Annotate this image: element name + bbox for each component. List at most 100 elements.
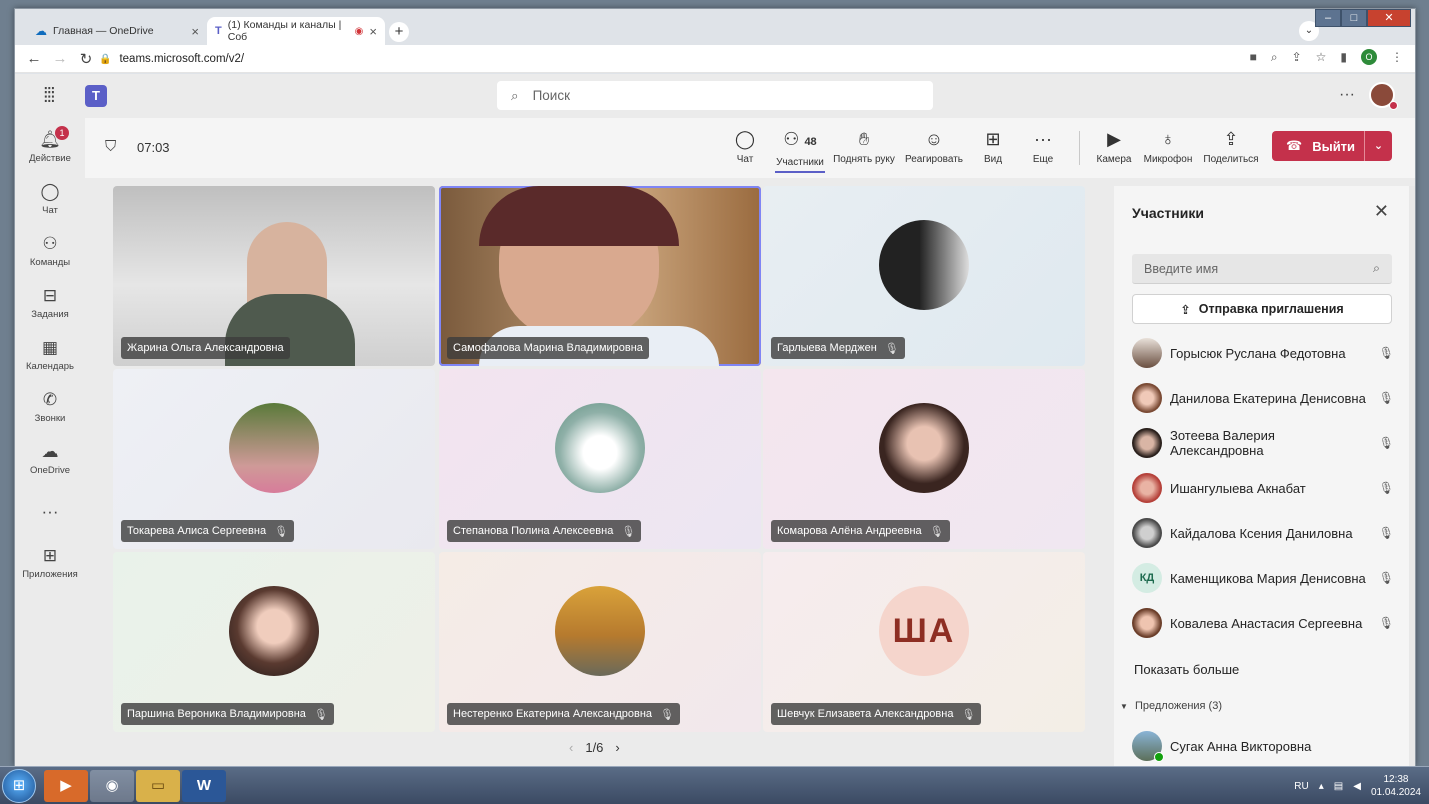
mic-off-icon: 🎙︎ xyxy=(274,525,289,538)
participant-name: Жарина Ольга Александровна xyxy=(127,342,284,354)
camera-button[interactable]: ▶ Камера xyxy=(1095,128,1133,173)
chevron-up-icon[interactable]: ▴ xyxy=(1319,781,1324,792)
volume-icon[interactable]: ◀ xyxy=(1353,781,1361,792)
video-tile[interactable]: ША Шевчук Елизавета Александровна 🎙︎ xyxy=(763,552,1085,732)
rail-item-apps[interactable]: ⊞ Приложения xyxy=(15,546,85,580)
participant-name-label: Токарева Алиса Сергеевна 🎙︎ xyxy=(121,520,295,542)
zoom-icon[interactable]: ⌕ xyxy=(1271,50,1278,65)
address-bar: ← → ↻ 🔒 teams.microsoft.com/v2/ ■ ⌕ ⇪ ☆ … xyxy=(15,45,1415,73)
camera-icon[interactable]: ■ xyxy=(1250,50,1257,64)
back-arrow-icon[interactable]: ← xyxy=(21,50,47,67)
participant-name: Сугак Анна Викторовна xyxy=(1170,738,1312,754)
browser-window: ☁ Главная — OneDrive × T (1) Команды и к… xyxy=(14,8,1416,766)
sidebar-icon[interactable]: ▮ xyxy=(1340,50,1347,64)
rail-label: Календарь xyxy=(26,361,74,372)
video-tile[interactable]: Гарлыева Мерджен 🎙︎ xyxy=(763,186,1085,366)
panel-scrollbar[interactable] xyxy=(1409,186,1415,766)
forward-arrow-icon[interactable]: → xyxy=(47,50,73,67)
chevron-right-icon[interactable]: › xyxy=(615,740,619,755)
media-player-icon[interactable]: ▶ xyxy=(44,770,88,802)
video-tile[interactable]: Жарина Ольга Александровна xyxy=(113,186,435,366)
participant-row[interactable]: КД Каменщикова Мария Денисовна 🎙︎ xyxy=(1132,562,1394,594)
search-input[interactable]: ⌕ Поиск xyxy=(497,81,933,110)
chat-button[interactable]: ◯ Чат xyxy=(731,128,759,173)
video-tile[interactable]: Токарева Алиса Сергеевна 🎙︎ xyxy=(113,369,435,549)
chevron-down-icon[interactable]: ⌄ xyxy=(1364,131,1392,161)
video-tile[interactable]: Нестеренко Екатерина Александровна 🎙︎ xyxy=(439,552,761,732)
chrome-icon[interactable]: ◉ xyxy=(90,770,134,802)
reload-icon[interactable]: ↻ xyxy=(73,50,99,68)
word-icon[interactable]: W xyxy=(182,770,226,802)
participant-name-label: Паршина Вероника Владимировна 🎙︎ xyxy=(121,703,334,725)
video-tile[interactable]: Комарова Алёна Андреевна 🎙︎ xyxy=(763,369,1085,549)
app-launcher-icon[interactable]: ⁞⁞⁞ xyxy=(43,86,56,106)
participant-row[interactable]: Ишангулыева Акнабат 🎙︎ xyxy=(1132,472,1394,504)
panel-title: Участники xyxy=(1132,205,1204,221)
profile-avatar[interactable]: O xyxy=(1361,49,1377,65)
participant-row[interactable]: Горысюк Руслана Федотовна 🎙︎ xyxy=(1132,337,1394,369)
video-tile-speaking[interactable]: Самофалова Марина Владимировна xyxy=(439,186,761,366)
participant-name: Паршина Вероника Владимировна xyxy=(127,708,306,720)
network-icon[interactable]: ▤ xyxy=(1334,781,1343,792)
phone-hangup-icon: ☎ xyxy=(1286,138,1303,153)
video-camera-icon: ▶ xyxy=(1107,129,1121,149)
more-button[interactable]: ··· Еще xyxy=(1031,128,1055,173)
menu-icon[interactable]: ⋮ xyxy=(1391,50,1403,64)
more-icon[interactable]: ··· xyxy=(1339,86,1355,104)
leave-button[interactable]: ☎ Выйти ⌄ xyxy=(1272,131,1392,161)
star-icon[interactable]: ☆ xyxy=(1316,50,1327,64)
video-tile[interactable]: Паршина Вероника Владимировна 🎙︎ xyxy=(113,552,435,732)
participant-name: Самофалова Марина Владимировна xyxy=(453,342,643,354)
participant-search-input[interactable]: Введите имя ⌕ xyxy=(1132,254,1392,284)
suggestions-section-header[interactable]: ▼ Предложения (3) xyxy=(1120,700,1222,712)
participant-row[interactable]: Сугак Анна Викторовна xyxy=(1132,730,1394,762)
share-button[interactable]: ⇪ Поделиться xyxy=(1203,128,1259,173)
react-button[interactable]: ☺ Реагировать xyxy=(903,128,965,173)
participant-row[interactable]: Ковалева Анастасия Сергеевна 🎙︎ xyxy=(1132,607,1394,639)
clock[interactable]: 12:38 01.04.2024 xyxy=(1371,773,1421,799)
rail-item-more[interactable]: ··· xyxy=(15,502,85,525)
participant-row[interactable]: Зотеева Валерия Александровна 🎙︎ xyxy=(1132,427,1394,459)
close-icon[interactable]: × xyxy=(369,24,377,39)
participant-name-label: Нестеренко Екатерина Александровна 🎙︎ xyxy=(447,703,680,725)
window-close-button[interactable]: ✕ xyxy=(1367,9,1411,27)
close-icon[interactable]: ✕ xyxy=(1374,201,1389,222)
teams-logo: T xyxy=(85,85,107,107)
video-tile[interactable]: Степанова Полина Алексеевна 🎙︎ xyxy=(439,369,761,549)
leave-main[interactable]: ☎ Выйти xyxy=(1272,138,1364,154)
rail-item-activity[interactable]: 🔔︎ 1 Действие xyxy=(15,126,85,164)
share-icon[interactable]: ⇪ xyxy=(1292,50,1302,64)
minimize-button[interactable]: – xyxy=(1315,9,1341,27)
online-status-dot xyxy=(1154,752,1164,762)
url-field[interactable]: 🔒 teams.microsoft.com/v2/ xyxy=(99,47,1319,71)
microphone-button[interactable]: ♁ Микрофон xyxy=(1143,128,1193,173)
language-indicator[interactable]: RU xyxy=(1294,781,1308,792)
send-invite-button[interactable]: ⇪ Отправка приглашения xyxy=(1132,294,1392,324)
rail-item-calendar[interactable]: ▦ Календарь xyxy=(15,338,85,372)
rail-item-onedrive[interactable]: ☁ OneDrive xyxy=(15,442,85,476)
rail-item-assignments[interactable]: ⊟ Задания xyxy=(15,286,85,320)
view-button[interactable]: ⊞ Вид xyxy=(981,128,1005,173)
rail-item-calls[interactable]: ✆ Звонки xyxy=(15,390,85,424)
browser-actions: ■ ⌕ ⇪ ☆ ▮ O ⋮ xyxy=(1250,49,1403,65)
close-icon[interactable]: × xyxy=(191,24,199,39)
participants-button[interactable]: ⚇ 48 Участники xyxy=(775,128,825,173)
participant-row[interactable]: Данилова Екатерина Денисовна 🎙︎ xyxy=(1132,382,1394,414)
share-screen-icon: ⇪ xyxy=(1223,129,1239,149)
rail-label: Звонки xyxy=(34,413,66,424)
rail-item-teams[interactable]: ⚇ Команды xyxy=(15,234,85,268)
raise-hand-button[interactable]: ✋︎ Поднять руку xyxy=(831,128,897,173)
show-more-link[interactable]: Показать больше xyxy=(1134,662,1239,677)
participant-name-label: Шевчук Елизавета Александровна 🎙︎ xyxy=(771,703,982,725)
browser-tab-onedrive[interactable]: ☁ Главная — OneDrive × xyxy=(27,17,207,45)
maximize-button[interactable]: □ xyxy=(1341,9,1367,27)
rail-item-chat[interactable]: ◯ Чат xyxy=(15,182,85,216)
new-tab-button[interactable]: + xyxy=(389,22,409,42)
chat-icon: ◯ xyxy=(40,182,60,201)
folder-icon[interactable]: ▭ xyxy=(136,770,180,802)
browser-tab-teams[interactable]: T (1) Команды и каналы | Соб ◉ × xyxy=(207,17,385,45)
participant-row[interactable]: Кайдалова Ксения Даниловна 🎙︎ xyxy=(1132,517,1394,549)
chevron-left-icon[interactable]: ‹ xyxy=(569,740,573,755)
mic-off-icon: 🎙︎ xyxy=(1378,481,1394,495)
start-button[interactable]: ⊞ xyxy=(2,769,36,803)
